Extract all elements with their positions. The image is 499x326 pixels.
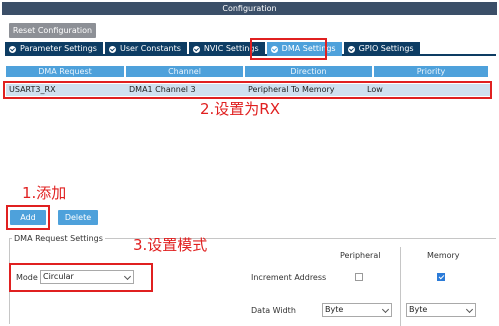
- annotation-step3: 3.设置模式: [133, 236, 208, 254]
- memory-width-value: Byte: [409, 305, 428, 314]
- dma-table-header: DMA Request Channel Direction Priority: [6, 66, 490, 77]
- peripheral-data-width-select[interactable]: Byte: [322, 303, 392, 317]
- chevron-down-icon: [381, 305, 390, 314]
- column-header-direction[interactable]: Direction: [245, 66, 372, 77]
- tab-user-constants[interactable]: User Constants: [104, 42, 187, 56]
- tab-parameter-settings[interactable]: Parameter Settings: [5, 42, 103, 56]
- mode-highlight: [9, 263, 153, 292]
- column-header-priority[interactable]: Priority: [374, 66, 488, 77]
- peripheral-column-header: Peripheral: [340, 251, 381, 260]
- annotation-step2: 2.设置为RX: [200, 100, 281, 118]
- tab-label: GPIO Settings: [358, 44, 414, 53]
- memory-increment-checkbox[interactable]: [437, 273, 445, 281]
- increment-address-label: Increment Address: [251, 273, 327, 282]
- delete-button[interactable]: Delete: [58, 210, 98, 225]
- add-button-highlight: [6, 205, 50, 230]
- tab-label: User Constants: [119, 44, 181, 53]
- peripheral-increment-checkbox[interactable]: [355, 273, 363, 281]
- column-divider: [400, 247, 401, 326]
- memory-column-header: Memory: [427, 251, 460, 260]
- window-title: Configuration: [2, 2, 497, 15]
- check-circle-icon: [108, 45, 116, 53]
- tab-gpio-settings[interactable]: GPIO Settings: [343, 42, 420, 56]
- reset-configuration-button[interactable]: Reset Configuration: [9, 23, 96, 38]
- column-header-dma-request[interactable]: DMA Request: [6, 66, 124, 77]
- memory-data-width-select[interactable]: Byte: [406, 303, 476, 317]
- dma-request-settings-legend: DMA Request Settings: [12, 234, 105, 243]
- peripheral-width-value: Byte: [325, 305, 344, 314]
- row-highlight: [3, 81, 492, 99]
- annotation-step1: 1.添加: [22, 184, 67, 202]
- tab-label: Parameter Settings: [20, 44, 97, 53]
- check-circle-icon: [9, 45, 16, 53]
- check-circle-icon: [347, 45, 355, 53]
- check-circle-icon: [192, 45, 200, 53]
- column-header-channel[interactable]: Channel: [126, 66, 243, 77]
- chevron-down-icon: [465, 305, 474, 314]
- data-width-label: Data Width: [251, 306, 296, 315]
- dma-tab-highlight: [250, 38, 327, 60]
